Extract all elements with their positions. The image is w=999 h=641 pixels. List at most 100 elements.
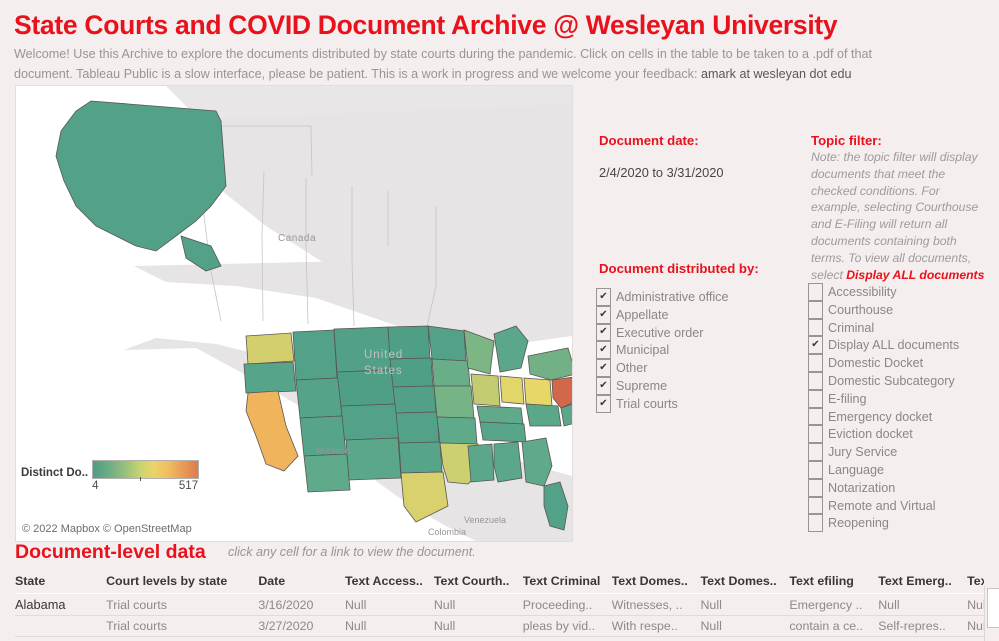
- checkbox-checked-icon[interactable]: ✔: [596, 394, 611, 413]
- table-cell[interactable]: 3/27/2020: [258, 615, 345, 637]
- checkbox-unchecked-icon[interactable]: [808, 425, 823, 444]
- document-date-range[interactable]: 2/4/2020 to 3/31/2020: [599, 165, 724, 180]
- distributed-by-item-row[interactable]: ✔ Trial courts: [596, 394, 728, 414]
- checkbox-checked-icon[interactable]: ✔: [596, 359, 611, 377]
- table-scrollbar-thumb[interactable]: [987, 588, 999, 628]
- checkbox-unchecked-icon[interactable]: [808, 514, 823, 533]
- topic-filter-item-row[interactable]: ✔ Display ALL documents: [808, 336, 959, 355]
- table-cell[interactable]: Null: [433, 615, 523, 637]
- checkbox-unchecked-icon[interactable]: [808, 389, 823, 408]
- table-column-header[interactable]: Court levels by state: [106, 572, 259, 594]
- distributed-by-item-row[interactable]: ✔ Supreme: [596, 376, 728, 396]
- checkbox-unchecked-icon[interactable]: [808, 460, 823, 479]
- table-cell[interactable]: Null: [522, 636, 612, 641]
- distributed-by-item-row[interactable]: ✔ Other: [596, 359, 728, 378]
- table-cell-state[interactable]: Alabama: [15, 593, 107, 616]
- table-cell[interactable]: Null: [967, 593, 984, 616]
- checkbox-unchecked-icon[interactable]: [808, 354, 823, 372]
- table-cell[interactable]: Trial courts: [106, 593, 259, 616]
- distributed-by-item-row[interactable]: ✔ Administrative office: [596, 288, 728, 307]
- choropleth-map[interactable]: Canada United States Mexico Venezuela Co…: [15, 85, 573, 542]
- checkbox-checked-icon[interactable]: ✔: [808, 336, 823, 355]
- checkbox-checked-icon[interactable]: ✔: [596, 288, 611, 306]
- table-cell[interactable]: 3/30/2020: [258, 636, 345, 641]
- table-cell[interactable]: 3/16/2020: [258, 593, 345, 616]
- document-table-container[interactable]: State Court levels by state Date Text Acces…: [15, 572, 984, 641]
- table-cell[interactable]: Witnesses, ..: [611, 593, 701, 616]
- checkbox-unchecked-icon[interactable]: [808, 283, 823, 301]
- distributed-by-checkbox-list[interactable]: ✔ Administrative office ✔ Appellate ✔ Executi…: [596, 288, 728, 414]
- topic-filter-item-row[interactable]: Accessibility: [808, 283, 959, 302]
- distributed-by-item-row[interactable]: ✔ Appellate: [596, 305, 728, 325]
- distributed-by-item-row[interactable]: ✔ Municipal: [596, 341, 728, 360]
- table-cell-state[interactable]: [15, 636, 107, 641]
- table-column-header[interactable]: Text Criminal: [522, 572, 612, 594]
- topic-filter-item-row[interactable]: Language: [808, 460, 959, 480]
- checkbox-unchecked-icon[interactable]: [808, 318, 823, 337]
- table-cell[interactable]: Null: [700, 593, 790, 616]
- table-cell[interactable]: Null: [433, 593, 523, 616]
- checkbox-unchecked-icon[interactable]: [808, 300, 823, 319]
- topic-filter-item-row[interactable]: E-filing: [808, 389, 959, 409]
- table-cell[interactable]: pleas by vid..: [522, 615, 612, 637]
- table-cell[interactable]: Trial courts: [106, 636, 259, 641]
- checkbox-unchecked-icon[interactable]: [808, 407, 823, 426]
- topic-filter-heading: Topic filter:: [811, 133, 882, 148]
- table-row[interactable]: Trial courts 3/27/2020 Null Null pleas by vi…: [15, 615, 984, 637]
- table-row[interactable]: Alabama Trial courts 3/16/2020 Null Null Proc…: [15, 593, 984, 616]
- topic-filter-item-row[interactable]: Jury Service: [808, 443, 959, 462]
- topic-filter-item-row[interactable]: Eviction docket: [808, 425, 959, 444]
- table-column-header[interactable]: Text Eviction: [967, 572, 984, 594]
- checkbox-unchecked-icon[interactable]: [808, 371, 823, 390]
- topic-filter-item-row[interactable]: Notarization: [808, 478, 959, 498]
- checkbox-unchecked-icon[interactable]: [808, 478, 823, 497]
- checkbox-checked-icon[interactable]: ✔: [596, 341, 611, 360]
- table-cell[interactable]: Emergency ..: [789, 593, 879, 616]
- table-vertical-scrollbar[interactable]: [984, 586, 999, 641]
- topic-filter-item-row[interactable]: Criminal: [808, 318, 959, 338]
- table-cell[interactable]: contain a ce..: [789, 615, 879, 637]
- table-cell[interactable]: The filing..: [789, 636, 879, 641]
- topic-filter-item-row[interactable]: Remote and Virtual: [808, 496, 959, 516]
- checkbox-checked-icon[interactable]: ✔: [596, 305, 611, 324]
- table-cell[interactable]: Null: [878, 593, 968, 616]
- topic-filter-item-row[interactable]: Emergency docket: [808, 407, 959, 427]
- table-column-header[interactable]: Text Access..: [344, 572, 434, 594]
- table-column-header[interactable]: Text Domes..: [611, 572, 701, 594]
- table-cell[interactable]: With respe..: [611, 615, 701, 637]
- table-cell[interactable]: With..: [611, 636, 701, 641]
- table-cell[interactable]: Null: [967, 615, 984, 637]
- table-cell[interactable]: Null: [967, 636, 984, 641]
- checkbox-unchecked-icon[interactable]: [808, 443, 823, 461]
- topic-filter-item-row[interactable]: Reopening: [808, 514, 959, 533]
- table-cell[interactable]: Null: [700, 615, 790, 637]
- topic-filter-item-row[interactable]: Domestic Docket: [808, 354, 959, 373]
- checkbox-checked-icon[interactable]: ✔: [596, 323, 611, 342]
- table-cell[interactable]: Self-..: [878, 636, 968, 641]
- table-cell[interactable]: Null: [344, 636, 434, 641]
- table-column-header[interactable]: Text efiling: [789, 572, 879, 594]
- table-column-header[interactable]: Date: [258, 572, 345, 594]
- document-table-head: State Court levels by state Date Text Acces…: [15, 572, 984, 594]
- table-cell-state[interactable]: [15, 615, 107, 637]
- table-cell[interactable]: Null: [344, 593, 434, 616]
- table-cell[interactable]: Null: [433, 636, 523, 641]
- topic-filter-item-row[interactable]: Domestic Subcategory: [808, 371, 959, 391]
- checkbox-checked-icon[interactable]: ✔: [596, 376, 611, 395]
- table-cell[interactable]: Proceeding..: [522, 593, 612, 616]
- table-cell[interactable]: Trial courts: [106, 615, 259, 637]
- table-cell[interactable]: Null: [344, 615, 434, 637]
- distributed-by-item-row[interactable]: ✔ Executive order: [596, 323, 728, 343]
- topic-filter-item-row[interactable]: Courthouse: [808, 300, 959, 320]
- table-column-header[interactable]: State: [15, 572, 107, 594]
- table-cell[interactable]: Null: [700, 636, 790, 641]
- table-row[interactable]: Trial courts3/30/2020NullNullNullWith..N…: [15, 636, 984, 641]
- table-cell[interactable]: Self-repres..: [878, 615, 968, 637]
- checkbox-unchecked-icon[interactable]: [808, 496, 823, 515]
- table-column-header[interactable]: Text Emerg..: [878, 572, 968, 594]
- document-table: State Court levels by state Date Text Acces…: [15, 572, 984, 641]
- topic-filter-checkbox-list[interactable]: Accessibility Courthouse Criminal ✔ Display …: [808, 283, 959, 533]
- topic-filter-item-label: Language: [828, 462, 885, 477]
- table-column-header[interactable]: Text Courth..: [433, 572, 523, 594]
- table-column-header[interactable]: Text Domes..: [700, 572, 790, 594]
